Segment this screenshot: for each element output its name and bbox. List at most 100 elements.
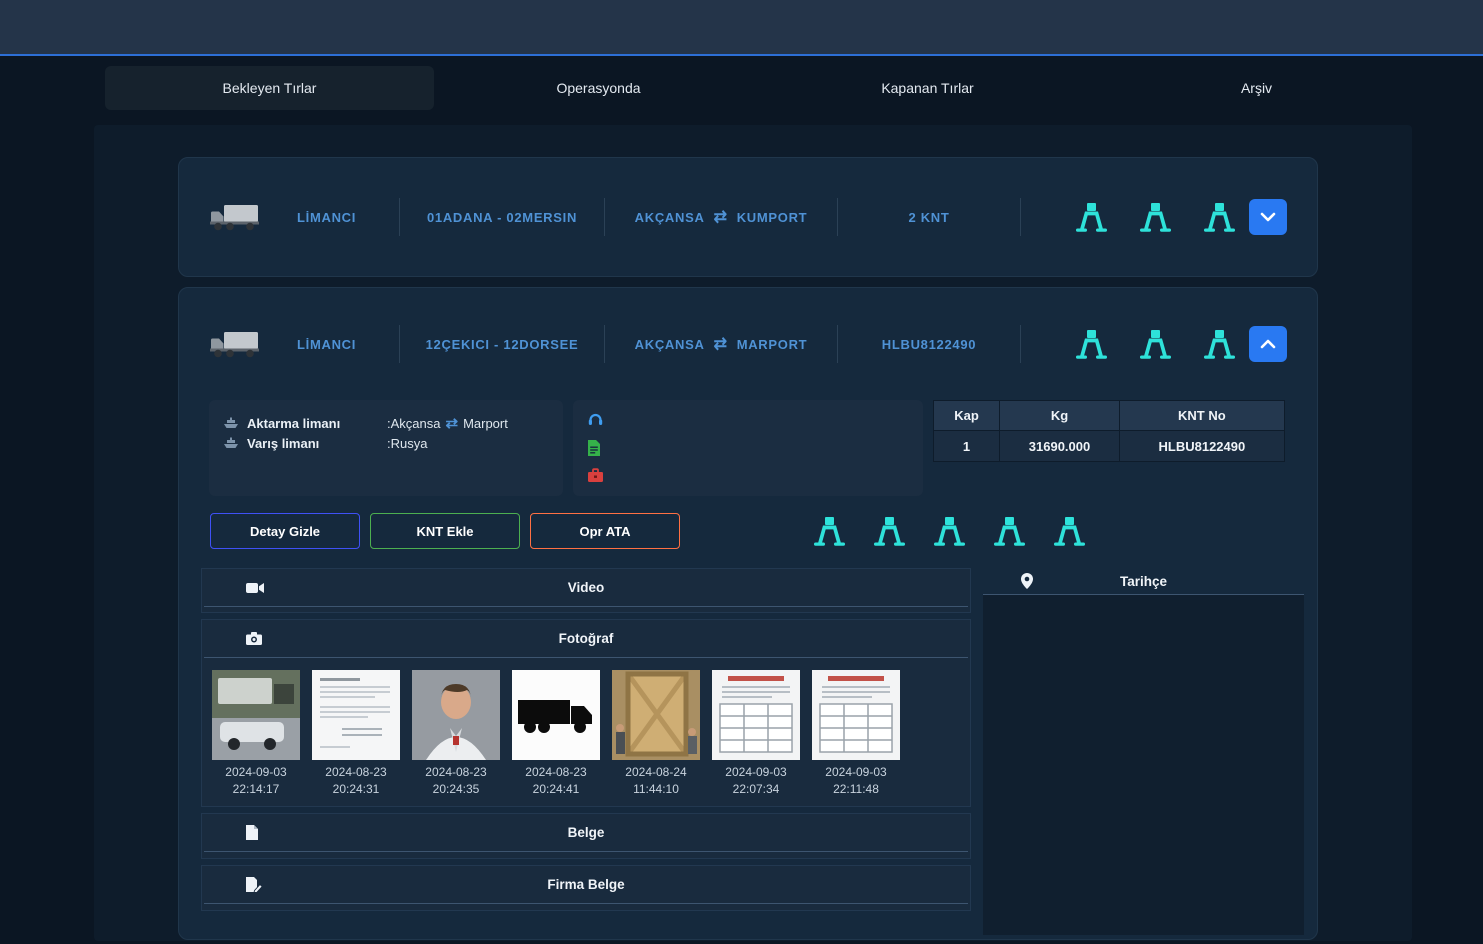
knt-count-label: 2 KNT: [854, 210, 1004, 225]
divider: [837, 325, 838, 363]
table-cell-kap: 1: [933, 431, 1000, 462]
company-label: LİMANCI: [297, 210, 383, 225]
collapse-card-button[interactable]: [1249, 326, 1287, 362]
port-from-label: AKÇANSA: [635, 337, 705, 352]
detay-gizle-button[interactable]: Detay Gizle: [210, 513, 360, 549]
photo-image: [812, 670, 900, 760]
photo-time: 22:07:34: [712, 781, 800, 798]
route-label: 12ÇEKICI - 12DORSEE: [416, 337, 588, 352]
operation-icon-group: [811, 516, 1087, 546]
photo-date: 2024-09-03: [712, 764, 800, 781]
photo-image: [612, 670, 700, 760]
card-header: LİMANCI 12ÇEKICI - 12DORSEE AKÇANSA ⇄ MA…: [179, 288, 1317, 400]
document-section: Belge: [201, 813, 971, 859]
crane-icon[interactable]: [1073, 329, 1109, 359]
photo-thumbnail[interactable]: 2024-09-03 22:07:34: [712, 670, 800, 798]
truck-photo-icon: [209, 202, 261, 232]
photo-thumbnail[interactable]: 2024-08-23 20:24:41: [512, 670, 600, 798]
divider: [604, 198, 605, 236]
ship-icon: [223, 417, 247, 429]
tab-bekleyen-tirlar[interactable]: Bekleyen Tırlar: [105, 66, 434, 110]
swap-arrows-icon: ⇄: [714, 207, 728, 227]
divider: [1020, 325, 1021, 363]
destination-port-row: Varış limanı :Rusya: [223, 433, 549, 453]
photo-date: 2024-09-03: [212, 764, 300, 781]
knt-table: Kap Kg KNT No 1 31690.000 HLBU8122490: [933, 400, 1285, 496]
photo-thumbnail[interactable]: 2024-08-24 11:44:10: [612, 670, 700, 798]
photo-date: 2024-09-03: [812, 764, 900, 781]
truck-card-collapsed: LİMANCI 01ADANA - 02MERSIN AKÇANSA ⇄ KUM…: [178, 157, 1318, 277]
top-navbar: [0, 0, 1483, 56]
chevron-down-icon: [1260, 212, 1276, 222]
content-area: LİMANCI 01ADANA - 02MERSIN AKÇANSA ⇄ KUM…: [94, 125, 1412, 941]
photo-date: 2024-08-23: [512, 764, 600, 781]
photo-thumbnail[interactable]: 2024-09-03 22:11:48: [812, 670, 900, 798]
photo-thumbnail[interactable]: 2024-09-03 22:14:17: [212, 670, 300, 798]
crane-icon[interactable]: [1201, 202, 1237, 232]
history-section-header[interactable]: Tarihçe: [983, 568, 1304, 595]
quick-actions-panel: [573, 400, 922, 496]
document-section-header[interactable]: Belge: [204, 814, 968, 852]
crane-icon[interactable]: [931, 516, 967, 546]
photo-time: 20:24:35: [412, 781, 500, 798]
tab-arsiv[interactable]: Arşiv: [1092, 66, 1421, 110]
toolbox-icon[interactable]: [587, 467, 605, 484]
photo-section-header[interactable]: Fotoğraf: [204, 620, 968, 658]
table-header-kg: Kg: [1000, 401, 1119, 431]
crane-icon[interactable]: [1201, 329, 1237, 359]
tab-kapanan-tirlar[interactable]: Kapanan Tırlar: [763, 66, 1092, 110]
video-camera-icon: [246, 582, 264, 594]
opr-ata-button[interactable]: Opr ATA: [530, 513, 680, 549]
camera-icon: [246, 632, 262, 645]
port-from-label: AKÇANSA: [635, 210, 705, 225]
video-section-title: Video: [204, 580, 968, 595]
divider: [399, 198, 400, 236]
crane-icon[interactable]: [871, 516, 907, 546]
route-label: 01ADANA - 02MERSIN: [416, 210, 588, 225]
destination-port-value: :Rusya: [387, 436, 427, 451]
table-cell-kg: 31690.000: [1000, 431, 1119, 462]
divider: [399, 325, 400, 363]
port-to-label: MARPORT: [737, 337, 808, 352]
table-cell-knt-no: HLBU8122490: [1119, 431, 1284, 462]
swap-arrows-icon: ⇄: [445, 414, 458, 432]
expand-card-button[interactable]: [1249, 199, 1287, 235]
document-icon[interactable]: [587, 439, 605, 456]
knt-ekle-button[interactable]: KNT Ekle: [370, 513, 520, 549]
history-body: [983, 595, 1304, 935]
transfer-port-value: :Akçansa ⇄ Marport: [387, 414, 508, 432]
photo-thumbnail[interactable]: 2024-08-23 20:24:35: [412, 670, 500, 798]
company-document-section-title: Firma Belge: [204, 877, 968, 892]
crane-icon[interactable]: [1137, 202, 1173, 232]
photo-section-title: Fotoğraf: [204, 631, 968, 646]
video-section: Video: [201, 568, 971, 613]
truck-card-expanded: LİMANCI 12ÇEKICI - 12DORSEE AKÇANSA ⇄ MA…: [178, 287, 1318, 940]
photo-section: Fotoğraf 2024-09-03 22:14:17: [201, 619, 971, 807]
media-content: Video Fotoğraf: [201, 568, 1317, 935]
container-no-label: HLBU8122490: [854, 337, 1004, 352]
video-section-header[interactable]: Video: [204, 569, 968, 607]
status-icon-group: [1073, 202, 1237, 232]
location-pin-icon: [1021, 573, 1033, 589]
document-section-title: Belge: [204, 825, 968, 840]
photo-date: 2024-08-23: [312, 764, 400, 781]
crane-icon[interactable]: [1073, 202, 1109, 232]
chevron-up-icon: [1260, 339, 1276, 349]
crane-icon[interactable]: [1137, 329, 1173, 359]
table-header-knt-no: KNT No: [1119, 401, 1284, 431]
photo-image: [712, 670, 800, 760]
tab-operasyonda[interactable]: Operasyonda: [434, 66, 763, 110]
photo-date: 2024-08-24: [612, 764, 700, 781]
photo-image: [312, 670, 400, 760]
photo-date: 2024-08-23: [412, 764, 500, 781]
port-details-panel: Aktarma limanı :Akçansa ⇄ Marport Varış …: [209, 400, 563, 496]
company-document-section-header[interactable]: Firma Belge: [204, 866, 968, 904]
headset-icon[interactable]: [587, 411, 605, 428]
crane-icon[interactable]: [811, 516, 847, 546]
photo-thumbnail[interactable]: 2024-08-23 20:24:31: [312, 670, 400, 798]
crane-icon[interactable]: [991, 516, 1027, 546]
transfer-port-to: Marport: [463, 416, 508, 431]
tab-bar: Bekleyen Tırlar Operasyonda Kapanan Tırl…: [105, 66, 1421, 110]
transfer-port-row: Aktarma limanı :Akçansa ⇄ Marport: [223, 413, 549, 433]
crane-icon[interactable]: [1051, 516, 1087, 546]
